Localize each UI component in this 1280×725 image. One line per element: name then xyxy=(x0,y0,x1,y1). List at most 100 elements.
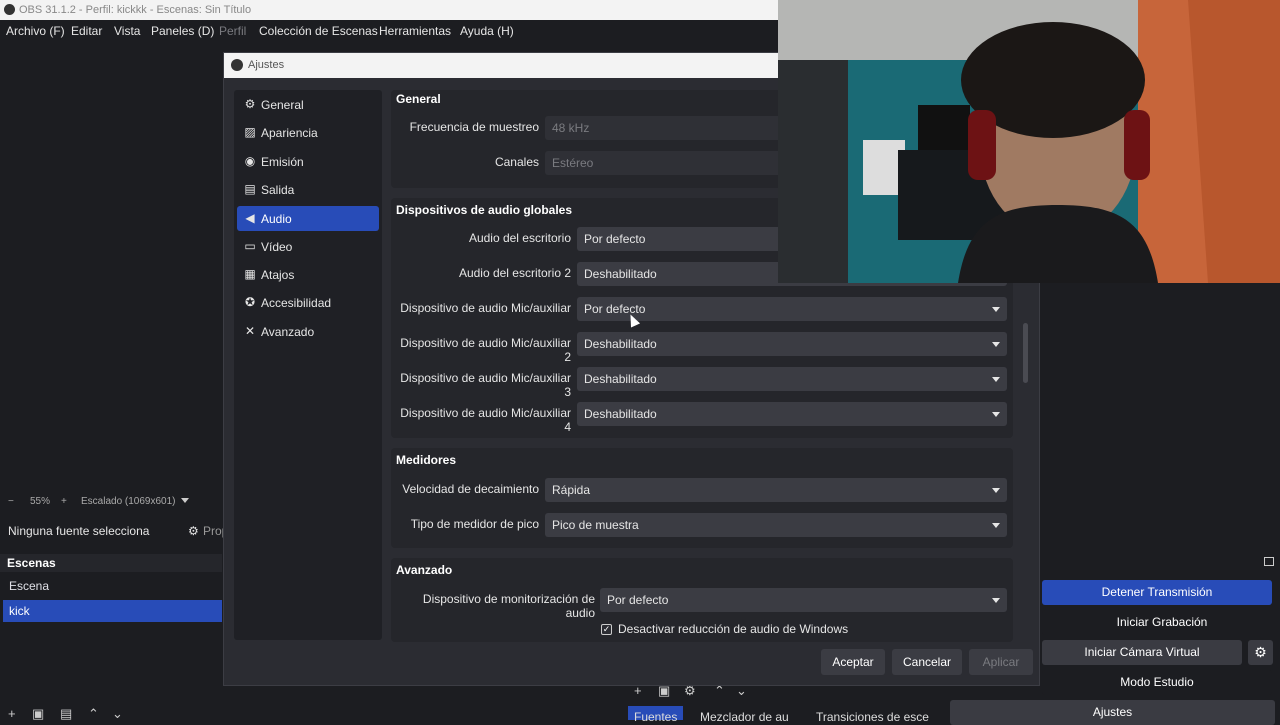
select-value: 48 kHz xyxy=(552,121,590,135)
scene-item[interactable]: kick xyxy=(3,600,222,622)
chevron-down-icon xyxy=(992,307,1000,312)
chevron-down-icon xyxy=(992,488,1000,493)
mic-audio-select[interactable]: Por defecto xyxy=(577,297,1007,321)
tools-icon: ✕ xyxy=(244,324,256,338)
mic-audio-3-select[interactable]: Deshabilitado xyxy=(577,367,1007,391)
palette-icon: ▨ xyxy=(244,125,256,139)
decay-select[interactable]: Rápida xyxy=(545,478,1007,502)
undock-icon[interactable] xyxy=(1264,557,1274,566)
scale-dropdown[interactable]: Escalado (1069x601) xyxy=(81,496,176,507)
tab-mezclador[interactable]: Mezclador de au xyxy=(700,710,789,724)
chevron-down-icon xyxy=(992,523,1000,528)
menu-editar[interactable]: Editar xyxy=(71,24,102,38)
monitor-label: Dispositivo de monitorización de audio xyxy=(422,592,595,620)
monitor-select[interactable]: Por defecto xyxy=(600,588,1007,612)
sidebar-item-general[interactable]: ⚙ General xyxy=(237,92,379,117)
content-scrollbar[interactable] xyxy=(1023,323,1028,383)
sidebar-item-label: Audio xyxy=(261,212,292,226)
select-value: Deshabilitado xyxy=(584,372,657,386)
sidebar-item-label: Salida xyxy=(261,183,295,197)
mic-audio-4-select[interactable]: Deshabilitado xyxy=(577,402,1007,426)
select-value: Deshabilitado xyxy=(584,337,657,351)
decay-label: Velocidad de decaimiento xyxy=(402,482,539,496)
sidebar-item-label: Emisión xyxy=(261,155,304,169)
output-icon: ▤ xyxy=(244,182,256,196)
menu-perfil[interactable]: Perfil xyxy=(219,24,246,38)
sidebar-item-atajos[interactable]: ▦ Atajos xyxy=(237,262,379,287)
gear-icon[interactable]: ⚙ xyxy=(1248,640,1273,665)
chevron-down-icon xyxy=(992,342,1000,347)
menu-coleccion[interactable]: Colección de Escenas xyxy=(259,24,378,38)
device-label: Dispositivo de audio Mic/auxiliar xyxy=(400,301,571,315)
select-value: Deshabilitado xyxy=(584,267,657,281)
dialog-title: Ajustes xyxy=(248,59,285,71)
virtual-cam-button[interactable]: Iniciar Cámara Virtual xyxy=(1042,640,1242,665)
select-value: Por defecto xyxy=(584,232,646,246)
select-value: Deshabilitado xyxy=(584,407,657,421)
device-label: Audio del escritorio 2 xyxy=(458,266,571,280)
chevron-down-icon[interactable] xyxy=(181,498,189,503)
studio-mode-button[interactable]: Modo Estudio xyxy=(1042,670,1272,695)
sidebar-item-salida[interactable]: ▤ Salida xyxy=(237,177,379,202)
select-value: Estéreo xyxy=(552,156,594,170)
cancel-button[interactable]: Cancelar xyxy=(892,649,962,675)
sidebar-item-label: Accesibilidad xyxy=(261,296,332,310)
scenes-dock-title: Escenas xyxy=(0,554,222,572)
chevron-down-icon xyxy=(992,377,1000,382)
sidebar-item-video[interactable]: ▭ Vídeo xyxy=(237,234,379,259)
add-icon[interactable]: + xyxy=(8,706,16,721)
zoom-in-button[interactable]: + xyxy=(61,496,67,507)
tab-fuentes[interactable]: Fuentes xyxy=(628,706,684,724)
menu-herramientas[interactable]: Herramientas xyxy=(379,24,451,38)
gear-icon: ⚙ xyxy=(244,97,256,111)
sidebar-item-apariencia[interactable]: ▨ Apariencia xyxy=(237,120,379,145)
menu-paneles[interactable]: Paneles (D) xyxy=(151,24,214,38)
select-value: Rápida xyxy=(552,483,591,497)
ducking-label: Desactivar reducción de audio de Windows xyxy=(618,622,849,636)
sidebar-item-label: Avanzado xyxy=(261,325,315,339)
group-advanced: Avanzado Dispositivo de monitorización d… xyxy=(391,558,1013,642)
scene-label: kick xyxy=(9,604,30,618)
sidebar-item-label: Vídeo xyxy=(261,240,293,254)
settings-button[interactable]: Ajustes xyxy=(950,700,1275,725)
start-record-button[interactable]: Iniciar Grabación xyxy=(1042,610,1280,635)
sample-rate-label: Frecuencia de muestreo xyxy=(409,120,539,134)
sidebar-item-label: General xyxy=(261,98,304,112)
sidebar-item-label: Apariencia xyxy=(261,126,318,140)
peak-label: Tipo de medidor de pico xyxy=(410,517,539,531)
zoom-out-button[interactable]: − xyxy=(8,496,14,507)
obs-logo-icon xyxy=(231,59,243,71)
peak-select[interactable]: Pico de muestra xyxy=(545,513,1007,537)
ok-button[interactable]: Aceptar xyxy=(821,649,885,675)
speaker-icon: ◀ xyxy=(245,211,255,225)
no-source-label: Ninguna fuente selecciona xyxy=(8,524,150,538)
settings-sidebar: ⚙ General ▨ Apariencia ◉ Emisión ▤ Salid… xyxy=(234,90,382,640)
menu-archivo[interactable]: Archivo (F) xyxy=(6,24,65,38)
scene-item[interactable]: Escena xyxy=(3,575,222,597)
chevron-down-icon xyxy=(992,412,1000,417)
menu-ayuda[interactable]: Ayuda (H) xyxy=(460,24,514,38)
select-value: Pico de muestra xyxy=(552,518,639,532)
webcam-image xyxy=(778,0,1280,283)
window-title: OBS 31.1.2 - Perfil: kickkk - Escenas: S… xyxy=(19,4,252,16)
sidebar-item-avanzado[interactable]: ✕ Avanzado xyxy=(237,319,379,344)
sidebar-item-audio[interactable]: ◀ Audio xyxy=(237,206,379,231)
obs-logo-icon xyxy=(4,4,15,15)
device-label: Dispositivo de audio Mic/auxiliar 3 xyxy=(400,371,571,399)
sidebar-item-emision[interactable]: ◉ Emisión xyxy=(237,149,379,174)
select-value: Por defecto xyxy=(607,593,669,607)
sidebar-item-accesibilidad[interactable]: ✪ Accesibilidad xyxy=(237,290,379,315)
ducking-checkbox[interactable]: ✓ xyxy=(601,624,612,635)
tab-transiciones[interactable]: Transiciones de esce xyxy=(816,710,929,724)
webcam-overlay xyxy=(778,0,1280,283)
menu-vista[interactable]: Vista xyxy=(114,24,140,38)
apply-button[interactable]: Aplicar xyxy=(969,649,1033,675)
keyboard-icon: ▦ xyxy=(244,267,256,281)
select-value: Por defecto xyxy=(584,302,646,316)
sidebar-item-label: Atajos xyxy=(261,268,295,282)
gear-icon[interactable]: ⚙ xyxy=(188,524,199,538)
scene-tools: + ▣ ▤ ⌃ ⌄ xyxy=(0,706,222,721)
mic-audio-2-select[interactable]: Deshabilitado xyxy=(577,332,1007,356)
group-title: Avanzado xyxy=(396,563,453,577)
stop-stream-button[interactable]: Detener Transmisión xyxy=(1042,580,1272,605)
